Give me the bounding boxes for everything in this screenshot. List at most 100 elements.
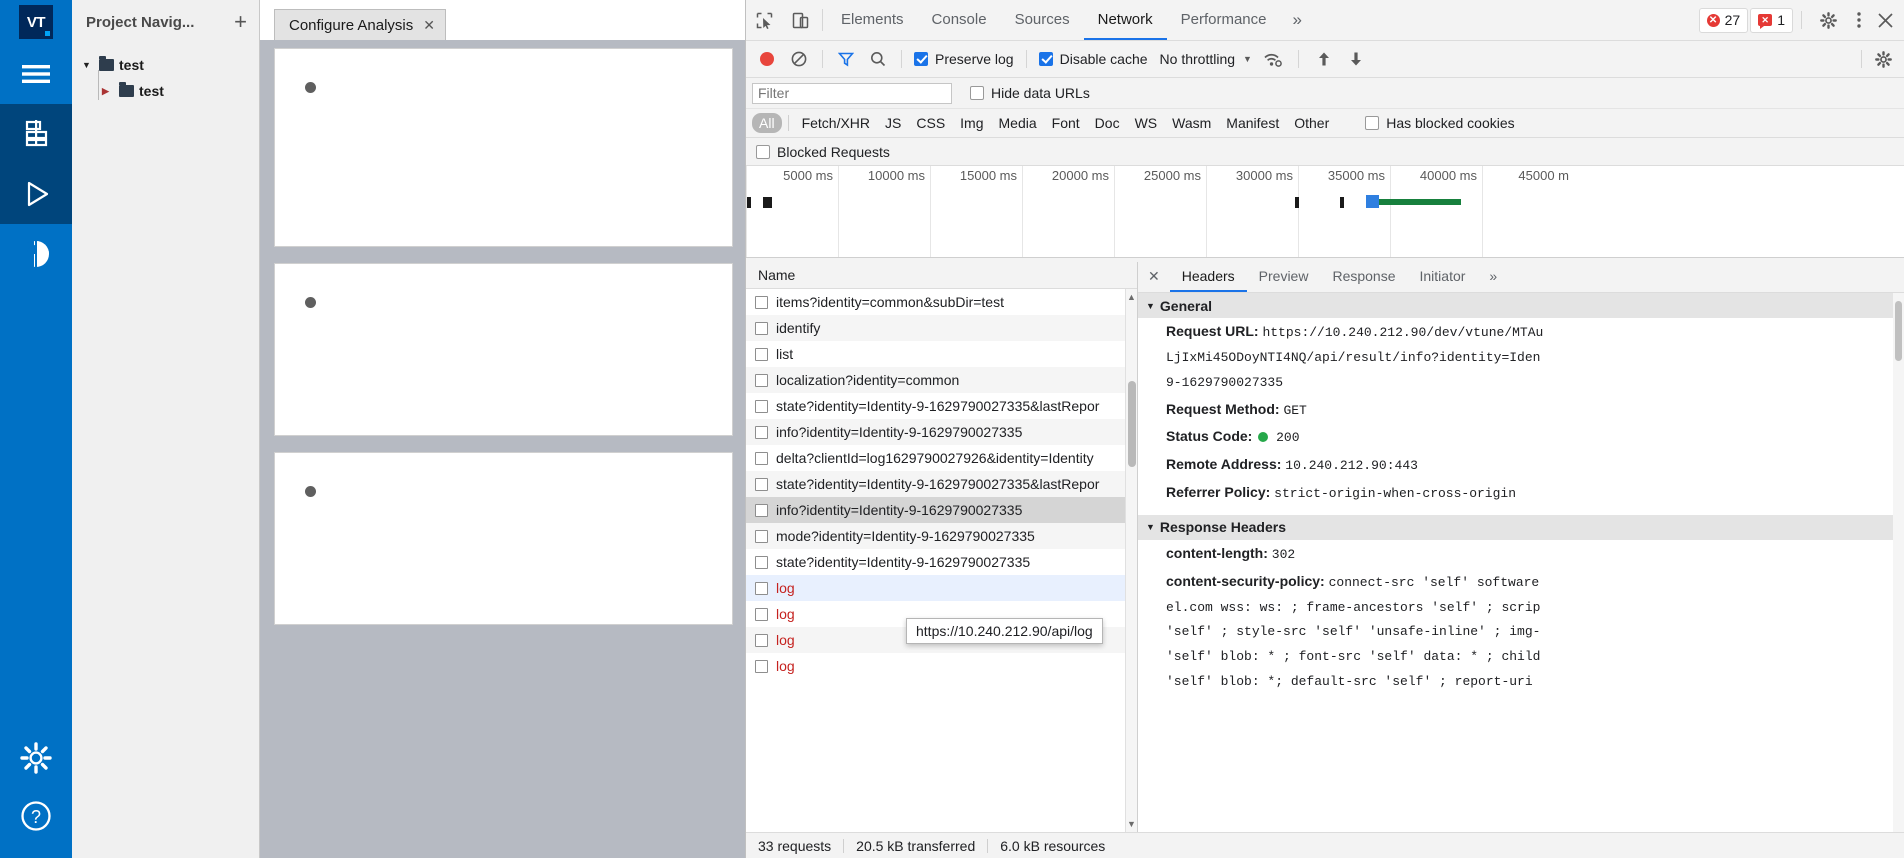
scroll-down-icon[interactable]: ▼ [1127,819,1136,829]
row-checkbox[interactable] [755,633,768,647]
scrollbar-thumb[interactable] [1895,301,1902,361]
network-overview-timeline[interactable]: 5000 ms 10000 ms 15000 ms 20000 ms 25000… [746,166,1904,258]
row-checkbox[interactable] [755,607,768,621]
row-checkbox[interactable] [755,399,768,413]
table-row[interactable]: info?identity=Identity-9-1629790027335 [746,419,1137,445]
config-card[interactable] [274,452,733,625]
tree-item-test-root[interactable]: ▼ test [72,52,259,78]
gear-icon[interactable] [1810,11,1846,29]
table-row[interactable]: delta?clientId=log1629790027926&identity… [746,445,1137,471]
row-checkbox[interactable] [755,581,768,595]
menu-icon[interactable] [0,44,72,104]
export-har-icon[interactable] [1341,51,1371,67]
chevron-down-icon[interactable]: ▼ [1146,522,1155,532]
type-filter-all[interactable]: All [752,113,782,133]
run-icon[interactable] [0,164,72,224]
row-checkbox[interactable] [755,477,768,491]
filter-input[interactable] [752,82,952,104]
table-row[interactable]: state?identity=Identity-9-1629790027335 [746,549,1137,575]
row-checkbox[interactable] [755,529,768,543]
request-list-column-header[interactable]: Name [746,262,1137,289]
chevron-down-icon[interactable]: ▼ [82,60,94,70]
response-headers-section-header[interactable]: ▼ Response Headers [1138,514,1904,540]
row-checkbox[interactable] [755,295,768,309]
chevron-down-icon[interactable]: ▼ [1146,301,1155,311]
tab-response[interactable]: Response [1320,262,1407,292]
checkbox-icon[interactable] [1365,116,1380,130]
tab-elements[interactable]: Elements [827,0,918,40]
table-row[interactable]: list [746,341,1137,367]
tab-network[interactable]: Network [1083,0,1167,40]
table-row[interactable]: identify [746,315,1137,341]
row-checkbox[interactable] [755,451,768,465]
filter-toggle-icon[interactable] [831,51,861,67]
table-row[interactable]: state?identity=Identity-9-1629790027335&… [746,393,1137,419]
type-filter-fetch-xhr[interactable]: Fetch/XHR [795,113,877,133]
row-checkbox[interactable] [755,555,768,569]
hide-data-urls-checkbox[interactable]: Hide data URLs [966,85,1094,101]
close-devtools-icon[interactable] [1872,12,1898,28]
config-card[interactable] [274,263,733,436]
type-filter-manifest[interactable]: Manifest [1219,113,1286,133]
table-row[interactable]: items?identity=common&subDir=test [746,289,1137,315]
row-checkbox[interactable] [755,347,768,361]
disable-cache-checkbox[interactable]: Disable cache [1035,51,1152,67]
type-filter-ws[interactable]: WS [1128,113,1165,133]
project-icon[interactable] [0,104,72,164]
checkbox-icon[interactable] [914,52,928,66]
device-toolbar-icon[interactable] [782,0,818,40]
type-filter-doc[interactable]: Doc [1088,113,1127,133]
tab-console[interactable]: Console [918,0,1001,40]
help-icon[interactable]: ? [0,788,72,844]
tab-configure-analysis[interactable]: Configure Analysis ✕ [274,9,446,40]
tab-headers[interactable]: Headers [1169,262,1247,292]
network-conditions-icon[interactable] [1258,51,1288,67]
more-tabs-icon[interactable]: » [1281,0,1314,40]
throttling-select[interactable]: No throttling ▼ [1154,51,1252,67]
close-detail-icon[interactable]: ✕ [1138,262,1170,292]
type-filter-img[interactable]: Img [953,113,990,133]
checkbox-icon[interactable] [756,144,770,159]
tab-preview[interactable]: Preview [1247,262,1321,292]
table-row[interactable]: localization?identity=common [746,367,1137,393]
row-checkbox[interactable] [755,659,768,673]
table-row[interactable]: log [746,575,1137,601]
inspect-element-icon[interactable] [746,0,782,40]
table-row-selected[interactable]: info?identity=Identity-9-1629790027335 [746,497,1137,523]
table-row[interactable]: mode?identity=Identity-9-1629790027335 [746,523,1137,549]
type-filter-other[interactable]: Other [1287,113,1336,133]
record-button[interactable] [752,52,782,66]
chevron-down-icon[interactable]: ▼ [1243,54,1252,64]
config-card[interactable] [274,48,733,247]
search-icon[interactable] [863,51,893,67]
type-filter-media[interactable]: Media [992,113,1044,133]
request-list[interactable]: items?identity=common&subDir=test identi… [746,289,1137,832]
tab-sources[interactable]: Sources [1001,0,1084,40]
tree-item-test-child[interactable]: ▶ test [72,78,259,104]
error-count-badge[interactable]: ✕ 27 [1698,7,1749,33]
checkbox-icon[interactable] [1038,52,1053,66]
row-checkbox[interactable] [755,321,768,335]
chevron-right-icon[interactable]: ▶ [102,86,114,97]
tab-performance[interactable]: Performance [1167,0,1281,40]
type-filter-css[interactable]: CSS [909,113,952,133]
blocked-requests-checkbox[interactable]: Blocked Requests [752,144,894,160]
close-icon[interactable]: ✕ [423,17,435,34]
network-settings-gear-icon[interactable] [1868,50,1898,68]
has-blocked-cookies-checkbox[interactable]: Has blocked cookies [1361,115,1518,131]
scrollbar-thumb[interactable] [1128,381,1136,467]
checkbox-icon[interactable] [970,86,984,100]
add-project-button[interactable]: + [230,11,251,33]
row-checkbox[interactable] [755,373,768,387]
more-detail-tabs-icon[interactable]: » [1477,262,1509,292]
table-row[interactable]: log [746,653,1137,679]
row-checkbox[interactable] [755,503,768,517]
settings-icon[interactable] [0,728,72,788]
type-filter-font[interactable]: Font [1045,113,1087,133]
type-filter-js[interactable]: JS [878,113,908,133]
tab-initiator[interactable]: Initiator [1408,262,1478,292]
issue-count-badge[interactable]: ✕ 1 [1750,7,1793,33]
scroll-up-icon[interactable]: ▲ [1127,292,1136,302]
preserve-log-checkbox[interactable]: Preserve log [910,51,1018,67]
clear-button[interactable] [784,51,814,67]
